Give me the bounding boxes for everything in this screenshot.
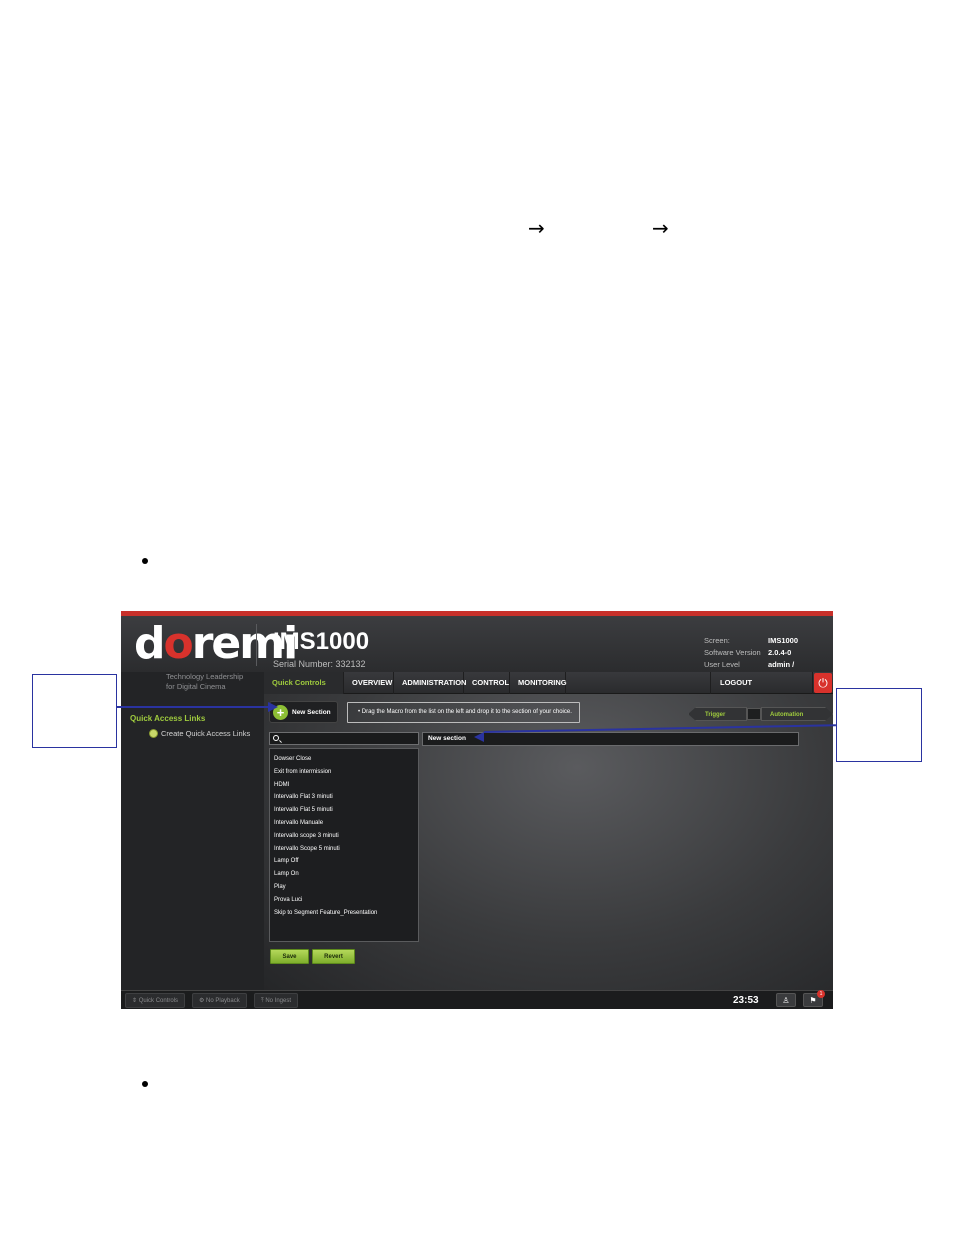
list-item[interactable]: Intervallo scope 3 minuti <box>270 830 418 843</box>
trigger-cue-button[interactable]: Trigger Cue <box>688 707 748 721</box>
automation-cue-button[interactable]: Automation Cue <box>761 707 833 721</box>
tagline: Technology Leadership for Digital Cinema <box>166 672 244 691</box>
app-header: doremi IMS1000 Serial Number: 332132 Scr… <box>121 616 833 681</box>
sidebar: Quick Access Links Create Quick Access L… <box>121 672 264 990</box>
power-icon[interactable]: ⏻ <box>814 673 832 693</box>
list-item[interactable]: Skip to Segment Feature_Presentation <box>270 907 418 920</box>
tab-control[interactable]: CONTROL <box>464 672 510 694</box>
top-nav: Quick Controls OVERVIEW ADMINISTRATION C… <box>264 672 833 694</box>
info-labels: Screen: Software Version User Level <box>704 636 761 669</box>
status-no-playback[interactable]: ⚙ No Playback <box>192 993 247 1008</box>
status-bar: ⇕ Quick Controls ⚙ No Playback ⤒ No Inge… <box>121 990 833 1009</box>
tab-overview[interactable]: OVERVIEW <box>344 672 394 694</box>
notification-badge: 1 <box>817 990 825 998</box>
ims1000-screenshot: doremi IMS1000 Serial Number: 332132 Scr… <box>121 611 833 1009</box>
serial-number: Serial Number: 332132 <box>273 659 366 669</box>
list-item[interactable]: Intervallo Flat 3 minuti <box>270 791 418 804</box>
revert-button[interactable]: Revert <box>312 949 355 964</box>
list-item[interactable]: HDMI <box>270 779 418 792</box>
macro-list: Dowser Close Exit from intermission HDMI… <box>269 748 419 942</box>
logout-button[interactable]: LOGOUT <box>710 672 813 694</box>
header-divider <box>256 624 257 666</box>
list-item[interactable]: Lamp Off <box>270 855 418 868</box>
clock: 23:53 <box>733 995 759 1006</box>
create-quick-access-link[interactable]: Create Quick Access Links <box>149 729 250 738</box>
product-name: IMS1000 <box>273 628 370 655</box>
cue-toggle-group: Trigger Cue Automation Cue <box>688 707 833 721</box>
callout-line-left <box>117 706 270 708</box>
macro-search-input[interactable] <box>269 732 419 745</box>
tab-administration[interactable]: ADMINISTRATION <box>394 672 466 694</box>
new-section-button[interactable]: + New Section <box>269 701 338 723</box>
list-item[interactable]: Prova Luci <box>270 894 418 907</box>
bullet-1 <box>142 558 148 564</box>
user-icon[interactable]: ♙ <box>776 993 796 1007</box>
status-no-ingest[interactable]: ⤒ No Ingest <box>254 993 299 1008</box>
list-item[interactable]: Intervallo Scope 5 minuti <box>270 843 418 856</box>
callout-arrow-left <box>268 702 278 712</box>
callout-box-left <box>32 674 117 748</box>
sidebar-title: Quick Access Links <box>130 714 206 723</box>
callout-box-right <box>836 688 922 762</box>
tab-monitoring[interactable]: MONITORING <box>510 672 567 694</box>
cue-switch[interactable] <box>747 708 761 720</box>
main-panel: Quick Controls OVERVIEW ADMINISTRATION C… <box>264 672 833 990</box>
search-icon <box>273 735 279 741</box>
arrow-glyph-1: → <box>528 216 545 240</box>
list-item[interactable]: Intervallo Manuale <box>270 817 418 830</box>
callout-arrow-right <box>474 732 484 742</box>
bullet-2 <box>142 1081 148 1087</box>
save-button[interactable]: Save <box>270 949 309 964</box>
list-item[interactable]: Exit from intermission <box>270 766 418 779</box>
status-quick-controls[interactable]: ⇕ Quick Controls <box>125 993 186 1008</box>
doremi-logo: doremi <box>134 618 298 669</box>
list-item[interactable]: Intervallo Flat 5 minuti <box>270 804 418 817</box>
list-item[interactable]: Play <box>270 881 418 894</box>
tab-quick-controls[interactable]: Quick Controls <box>264 672 344 694</box>
pin-icon <box>149 729 158 738</box>
list-item[interactable]: Dowser Close <box>270 753 418 766</box>
list-item[interactable]: Lamp On <box>270 868 418 881</box>
arrow-glyph-2: → <box>652 216 669 240</box>
drag-hint: • Drag the Macro from the list on the le… <box>347 702 580 723</box>
